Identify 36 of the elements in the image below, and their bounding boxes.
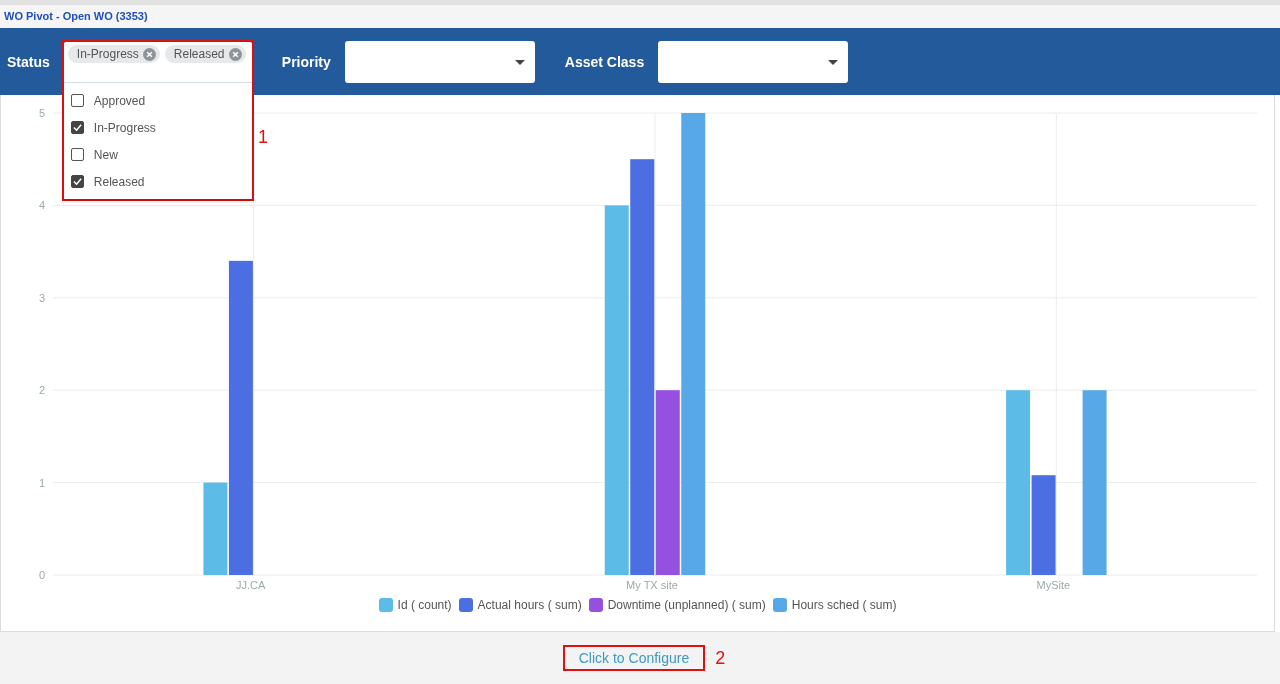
remove-icon[interactable] bbox=[228, 47, 242, 61]
legend-label: Id ( count) bbox=[397, 598, 452, 612]
status-select[interactable]: In-Progress Released bbox=[63, 42, 252, 82]
axis-tick-label: 5 bbox=[38, 107, 45, 119]
category-label: MySite bbox=[1036, 579, 1070, 591]
checkbox[interactable] bbox=[70, 121, 84, 134]
caret-icon bbox=[828, 59, 839, 65]
select-field[interactable] bbox=[344, 40, 535, 83]
checkbox[interactable] bbox=[70, 175, 84, 188]
axis-tick-label: 3 bbox=[38, 291, 45, 304]
callout-number: 1 bbox=[258, 127, 268, 148]
panel-title: WO Pivot - Open WO (3353) bbox=[4, 10, 148, 22]
axis-tick-label: 0 bbox=[38, 569, 45, 581]
dropdown-option[interactable]: New bbox=[63, 141, 252, 168]
filter-label: Priority bbox=[281, 53, 331, 70]
dropdown-option[interactable]: Approved bbox=[63, 87, 252, 114]
category-label: My TX site bbox=[625, 579, 678, 591]
filter-label: Asset Class bbox=[564, 53, 645, 70]
axis-tick-label: 4 bbox=[38, 199, 45, 212]
select-field[interactable] bbox=[658, 40, 849, 83]
legend-label: Downtime (unplanned) ( sum) bbox=[607, 598, 766, 612]
legend-label: Actual hours ( sum) bbox=[477, 598, 582, 612]
caret-icon bbox=[514, 59, 525, 65]
dropdown-option[interactable]: Released bbox=[63, 168, 252, 195]
callout-number: 2 bbox=[715, 647, 726, 669]
legend-label: Hours sched ( sum) bbox=[791, 598, 897, 612]
checkbox[interactable] bbox=[70, 148, 84, 161]
category-label: JJ.CA bbox=[235, 579, 265, 591]
axis-tick-label: 2 bbox=[38, 384, 45, 397]
dropdown-option[interactable]: In-Progress bbox=[63, 114, 252, 141]
remove-icon[interactable] bbox=[142, 47, 156, 61]
filter-label: Status bbox=[7, 53, 50, 70]
checkbox[interactable] bbox=[70, 94, 84, 107]
filter-chip: Released bbox=[164, 45, 246, 63]
filter-chip: In-Progress bbox=[67, 45, 160, 63]
axis-tick-label: 1 bbox=[38, 476, 45, 489]
